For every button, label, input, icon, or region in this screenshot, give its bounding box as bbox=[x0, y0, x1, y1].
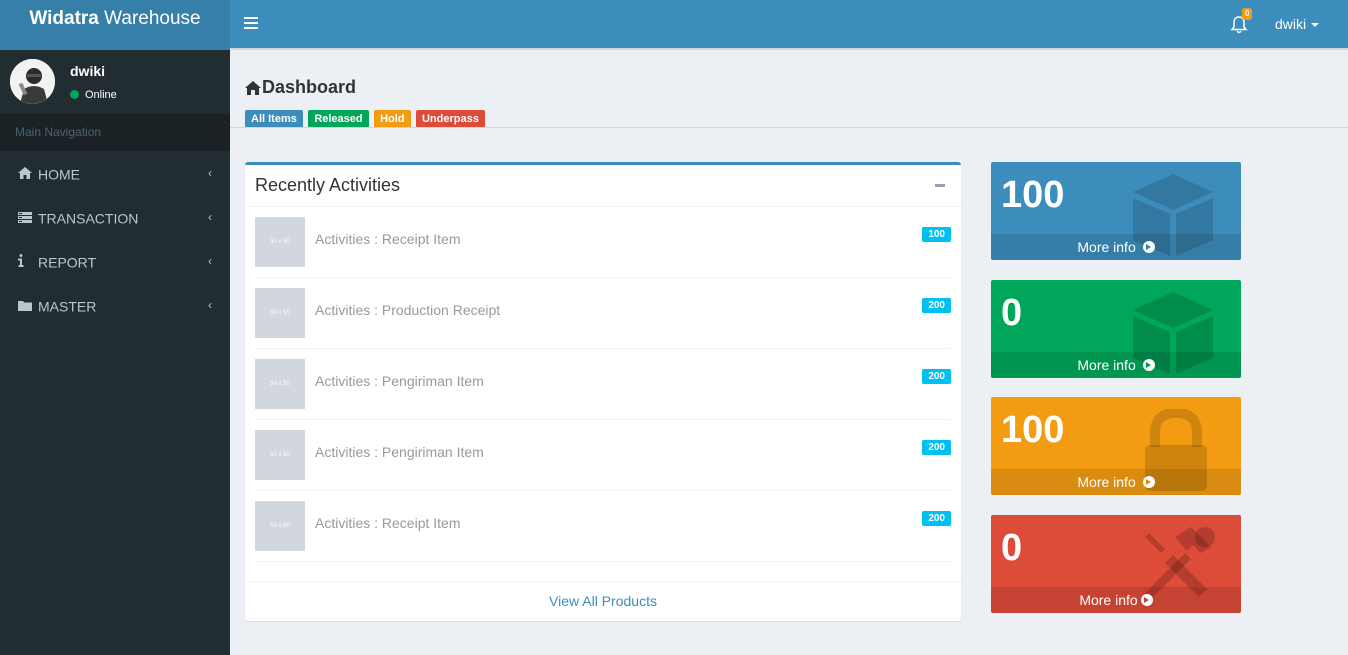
sidebar-item-label: TRANSACTION bbox=[38, 210, 139, 227]
label-underpass[interactable]: Underpass bbox=[415, 110, 485, 128]
activity-title[interactable]: Activities : Receipt Item bbox=[315, 515, 461, 531]
page-title: Dashboard bbox=[245, 77, 356, 98]
arrow-circle-right-icon bbox=[1142, 359, 1155, 371]
caret-down-icon bbox=[1311, 23, 1320, 28]
activity-badge: 200 bbox=[922, 511, 951, 526]
activity-list: 50 x 50 Activities : Receipt Item 100 50… bbox=[245, 207, 961, 562]
activity-title[interactable]: Activities : Production Receipt bbox=[315, 302, 500, 318]
stat-value: 100 bbox=[1001, 409, 1065, 451]
nav-header: Main Navigation bbox=[0, 114, 230, 151]
stat-box-underpass: 0 More info bbox=[991, 515, 1241, 613]
chevron-left-icon: ‹ bbox=[208, 210, 212, 224]
app-logo[interactable]: Widatra Warehouse bbox=[0, 0, 230, 50]
user-status: Online bbox=[70, 89, 117, 101]
stat-box-released: 0 More info bbox=[991, 280, 1241, 378]
sidebar-user-name: dwiki bbox=[70, 63, 106, 79]
more-info-link[interactable]: More info bbox=[991, 469, 1241, 495]
sidebar-item-label: REPORT bbox=[38, 254, 97, 271]
chevron-left-icon: ‹ bbox=[208, 254, 212, 268]
sidebar-toggle-icon[interactable] bbox=[244, 17, 258, 29]
placeholder-image: 50 x 50 bbox=[255, 217, 305, 267]
placeholder-image: 50 x 50 bbox=[255, 359, 305, 409]
folder-icon bbox=[18, 284, 38, 328]
placeholder-image: 50 x 50 bbox=[255, 288, 305, 338]
content-header-divider bbox=[230, 127, 1348, 128]
info-icon bbox=[18, 240, 38, 284]
sidebar: dwiki Online Main Navigation HOME ‹ TRAN… bbox=[0, 50, 230, 655]
stat-value: 0 bbox=[1001, 292, 1023, 334]
list-item: 50 x 50 Activities : Pengiriman Item 200 bbox=[255, 349, 951, 420]
activity-badge: 200 bbox=[922, 298, 951, 313]
stat-value: 0 bbox=[1001, 527, 1023, 569]
tasks-icon bbox=[18, 196, 38, 240]
activity-title[interactable]: Activities : Pengiriman Item bbox=[315, 373, 484, 389]
placeholder-image: 50 x 50 bbox=[255, 501, 305, 551]
sidebar-item-report[interactable]: REPORT ‹ bbox=[0, 239, 230, 283]
more-info-link[interactable]: More info bbox=[991, 234, 1241, 260]
label-all-items[interactable]: All Items bbox=[245, 110, 303, 128]
collapse-minus-icon[interactable] bbox=[935, 184, 945, 187]
stat-box-hold: 100 More info bbox=[991, 397, 1241, 495]
user-status-text: Online bbox=[85, 89, 117, 101]
view-all-products-link[interactable]: View All Products bbox=[549, 593, 657, 609]
box-footer: View All Products bbox=[245, 581, 961, 621]
recent-activities-box: Recently Activities 50 x 50 Activities :… bbox=[245, 162, 961, 621]
more-info-link[interactable]: More info bbox=[991, 587, 1241, 613]
label-hold[interactable]: Hold bbox=[374, 110, 411, 128]
more-info-label: More info bbox=[1077, 239, 1136, 255]
list-item: 50 x 50 Activities : Production Receipt … bbox=[255, 278, 951, 349]
user-menu-toggle[interactable]: dwiki bbox=[1275, 16, 1320, 32]
status-labels: All Items Released Hold Underpass bbox=[245, 109, 486, 128]
arrow-circle-right-icon bbox=[1142, 241, 1155, 253]
arrow-circle-right-icon bbox=[1140, 594, 1153, 606]
activity-badge: 100 bbox=[922, 227, 951, 242]
stat-value: 100 bbox=[1001, 174, 1065, 216]
more-info-label: More info bbox=[1077, 474, 1136, 490]
list-item: 50 x 50 Activities : Receipt Item 100 bbox=[255, 207, 951, 278]
user-panel: dwiki Online bbox=[0, 50, 230, 114]
avatar bbox=[10, 59, 55, 104]
label-released[interactable]: Released bbox=[308, 110, 369, 128]
list-item: 50 x 50 Activities : Receipt Item 200 bbox=[255, 491, 951, 562]
nav-user-name: dwiki bbox=[1275, 16, 1307, 32]
list-item: 50 x 50 Activities : Pengiriman Item 200 bbox=[255, 420, 951, 491]
activity-title[interactable]: Activities : Pengiriman Item bbox=[315, 444, 484, 460]
notification-badge: 0 bbox=[1242, 8, 1253, 20]
home-icon bbox=[18, 152, 38, 196]
chevron-left-icon: ‹ bbox=[208, 166, 212, 180]
activity-badge: 200 bbox=[922, 369, 951, 384]
activity-badge: 200 bbox=[922, 440, 951, 455]
logo-bold: Widatra bbox=[29, 8, 99, 29]
sidebar-item-transaction[interactable]: TRANSACTION ‹ bbox=[0, 195, 230, 239]
arrow-circle-right-icon bbox=[1142, 476, 1155, 488]
sidebar-item-label: MASTER bbox=[38, 298, 97, 315]
home-icon bbox=[245, 81, 261, 95]
sidebar-menu: HOME ‹ TRANSACTION ‹ REPORT ‹ MASTER ‹ bbox=[0, 151, 230, 327]
sidebar-item-home[interactable]: HOME ‹ bbox=[0, 151, 230, 195]
box-title: Recently Activities bbox=[255, 175, 401, 195]
box-header: Recently Activities bbox=[245, 165, 961, 207]
stat-box-all-items: 100 More info bbox=[991, 162, 1241, 260]
online-status-icon bbox=[70, 90, 79, 99]
chevron-left-icon: ‹ bbox=[208, 298, 212, 312]
sidebar-item-label: HOME bbox=[38, 166, 80, 183]
sidebar-item-master[interactable]: MASTER ‹ bbox=[0, 283, 230, 327]
more-info-label: More info bbox=[1077, 357, 1136, 373]
logo-rest: Warehouse bbox=[98, 8, 201, 29]
activity-title[interactable]: Activities : Receipt Item bbox=[315, 231, 461, 247]
placeholder-image: 50 x 50 bbox=[255, 430, 305, 480]
more-info-link[interactable]: More info bbox=[991, 352, 1241, 378]
top-navbar: 0 dwiki bbox=[230, 0, 1348, 50]
page-title-text: Dashboard bbox=[262, 77, 357, 97]
more-info-label: More info bbox=[1079, 592, 1138, 608]
